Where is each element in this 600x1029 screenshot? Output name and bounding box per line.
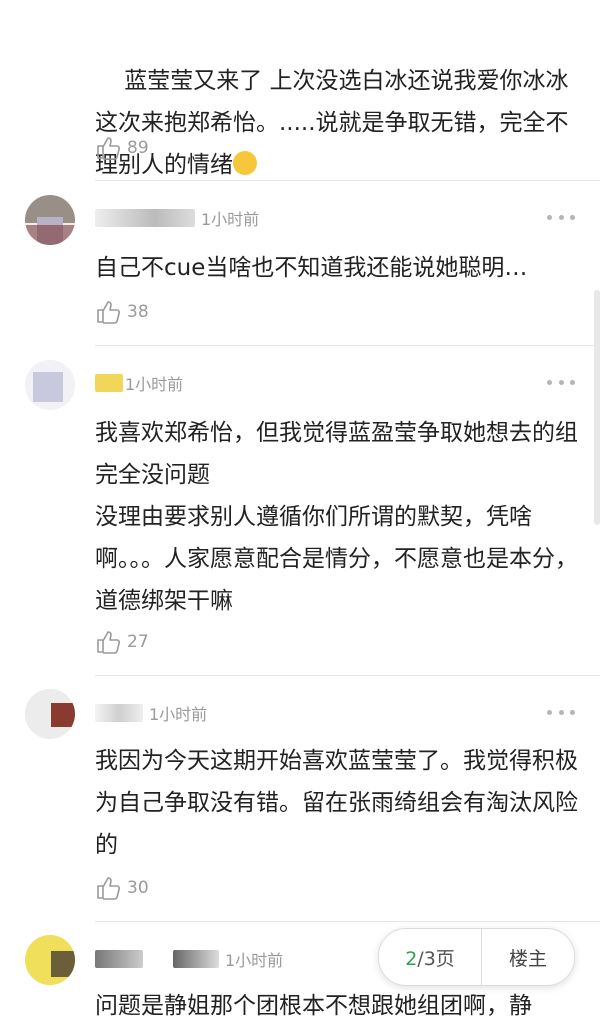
comment-text: 我喜欢郑希怡，但我觉得蓝盈莹争取她想去的组完全没问题 没理由要求别人遵循你们所谓… <box>95 420 578 614</box>
divider <box>95 180 600 181</box>
timestamp: 1小时前 <box>201 210 260 229</box>
scrollbar[interactable] <box>594 290 600 525</box>
thumbs-up-icon <box>97 877 121 900</box>
page-navigator: 2/3页 楼主 <box>378 928 575 986</box>
username-blurred[interactable] <box>95 704 143 722</box>
comment-text: 我因为今天这期开始喜欢蓝莹莹了。我觉得积极为自己争取没有错。留在张雨绮组会有淘汰… <box>95 748 578 858</box>
thumbs-up-icon <box>97 137 121 160</box>
total-pages: /3页 <box>417 947 455 970</box>
comment-text: 蓝莹莹又来了 上次没选白冰还说我爱你冰冰这次来抱郑希怡。.....说就是争取无错… <box>95 68 569 178</box>
user-row: 1小时前 <box>95 944 283 974</box>
timestamp: 1小时前 <box>225 951 284 970</box>
owner-only-button[interactable]: 楼主 <box>482 944 574 971</box>
avatar[interactable] <box>25 689 75 739</box>
user-row: 1小时前 <box>95 203 259 233</box>
thumbs-up-icon <box>97 631 121 654</box>
like-button[interactable]: 38 <box>95 297 149 327</box>
comment-text: 问题是静姐那个团根本不想跟她组团啊，静 <box>95 993 532 1019</box>
username-blurred[interactable] <box>95 950 143 968</box>
user-row: 1小时前 <box>95 698 207 728</box>
comment-text: 自己不cue当啥也不知道我还能说她聪明… <box>95 255 528 281</box>
like-button[interactable]: 30 <box>95 873 149 903</box>
more-dots-icon[interactable] <box>547 707 575 717</box>
username-blurred[interactable] <box>95 209 195 227</box>
like-count: 38 <box>127 302 149 322</box>
like-button[interactable]: 27 <box>95 627 149 657</box>
current-page: 2 <box>405 947 418 970</box>
user-row: 1小时前 <box>95 368 183 398</box>
timestamp: 1小时前 <box>125 375 184 394</box>
like-count: 30 <box>127 878 149 898</box>
avatar[interactable] <box>25 935 75 985</box>
username-blurred[interactable] <box>95 374 123 392</box>
like-button[interactable]: 89 <box>95 133 149 163</box>
divider <box>95 921 600 922</box>
avatar[interactable] <box>25 195 75 245</box>
avatar[interactable] <box>25 360 75 410</box>
divider <box>95 675 600 676</box>
timestamp: 1小时前 <box>149 705 208 724</box>
thumbs-up-icon <box>97 301 121 324</box>
page-indicator-button[interactable]: 2/3页 <box>379 944 481 971</box>
like-count: 27 <box>127 632 149 652</box>
more-dots-icon[interactable] <box>547 212 575 222</box>
like-count: 89 <box>127 138 149 158</box>
divider <box>95 345 600 346</box>
surprised-emoji-icon <box>233 151 257 175</box>
more-dots-icon[interactable] <box>547 377 575 387</box>
